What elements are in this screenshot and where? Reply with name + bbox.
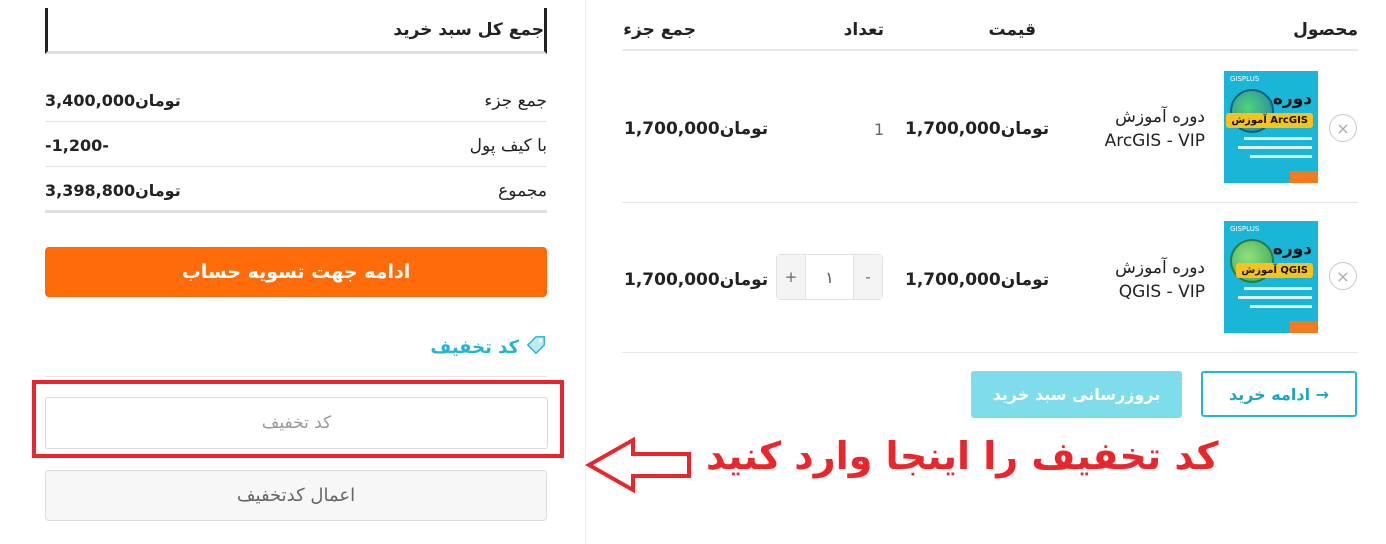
- subtotal-label: جمع جزء: [484, 91, 547, 111]
- thumbnail-title: دوره: [1272, 239, 1312, 259]
- thumbnail-brand: GISPLUS: [1230, 225, 1260, 233]
- thumbnail-line: [1238, 296, 1312, 299]
- decrease-button[interactable]: -: [854, 255, 882, 299]
- header-quantity: تعداد: [843, 20, 884, 40]
- subtotal-value: 3,400,000تومان: [45, 91, 181, 110]
- thumbnail-brand: GISPLUS: [1230, 75, 1260, 83]
- remove-item-button[interactable]: ×: [1329, 262, 1357, 290]
- thumbnail-badge: [1290, 321, 1318, 333]
- thumbnail-line: [1250, 305, 1312, 308]
- product-name-link[interactable]: دوره آموزش QGIS - VIP: [1070, 256, 1205, 304]
- wallet-value: -1,200-: [45, 136, 109, 155]
- close-icon: ×: [1336, 118, 1350, 138]
- annotation-text: کد تخفیف را اینجا وارد کنید: [706, 434, 1219, 478]
- product-thumbnail[interactable]: GISPLUS دوره آموزش QGIS: [1224, 221, 1318, 333]
- item-quantity: 1: [874, 120, 885, 139]
- header-price: قیمت: [988, 20, 1036, 40]
- quantity-value[interactable]: ١: [805, 255, 854, 299]
- coupon-heading[interactable]: کد تخفیف: [430, 334, 547, 361]
- thumbnail-line: [1250, 155, 1312, 158]
- thumbnail-badge: [1290, 171, 1318, 183]
- continue-shopping-button[interactable]: → ادامه خرید: [1201, 371, 1357, 417]
- item-subtotal: 1,700,000تومان: [624, 119, 769, 139]
- thumbnail-line: [1244, 287, 1312, 290]
- row-divider: [622, 202, 1358, 203]
- totals-divider: [45, 166, 547, 167]
- thumbnail-line: [1244, 137, 1312, 140]
- highlight-box: [32, 380, 564, 458]
- cart-totals-header: جمع کل سبد خرید: [45, 8, 547, 54]
- arrow-icon: [584, 436, 695, 498]
- remove-item-button[interactable]: ×: [1329, 114, 1357, 142]
- cart-totals-title: جمع کل سبد خرید: [393, 19, 544, 40]
- total-value: 3,398,800تومان: [45, 181, 181, 200]
- row-divider: [622, 352, 1358, 353]
- close-icon: ×: [1336, 266, 1350, 286]
- quantity-stepper[interactable]: + ١ -: [776, 254, 883, 300]
- product-thumbnail[interactable]: GISPLUS دوره آموزش ArcGIS: [1224, 71, 1318, 183]
- update-cart-button[interactable]: بروزرسانی سبد خرید: [971, 371, 1182, 418]
- header-product: محصول: [1293, 20, 1358, 40]
- thumbnail-line: [1238, 146, 1312, 149]
- tag-icon: [525, 334, 547, 361]
- product-name-link[interactable]: دوره آموزش ArcGIS - VIP: [1070, 105, 1205, 153]
- wallet-label: با کیف پول: [469, 136, 547, 156]
- checkout-button[interactable]: ادامه جهت تسویه حساب: [45, 247, 547, 297]
- apply-coupon-button[interactable]: اعمال کدتخفیف: [45, 470, 547, 521]
- total-label: مجموع: [498, 181, 547, 201]
- coupon-heading-label: کد تخفیف: [430, 337, 519, 358]
- increase-button[interactable]: +: [777, 255, 805, 299]
- totals-divider: [45, 121, 547, 122]
- item-subtotal: 1,700,000تومان: [624, 270, 769, 290]
- thumbnail-chip: آموزش QGIS: [1236, 263, 1313, 278]
- header-subtotal: جمع جزء: [623, 20, 696, 40]
- item-price: 1,700,000تومان: [905, 119, 1050, 139]
- header-divider: [622, 49, 1358, 51]
- totals-bottom-divider: [45, 210, 547, 213]
- thumbnail-title: دوره: [1272, 89, 1312, 109]
- item-price: 1,700,000تومان: [905, 270, 1050, 290]
- coupon-divider: [45, 376, 547, 377]
- thumbnail-chip: آموزش ArcGIS: [1226, 113, 1313, 128]
